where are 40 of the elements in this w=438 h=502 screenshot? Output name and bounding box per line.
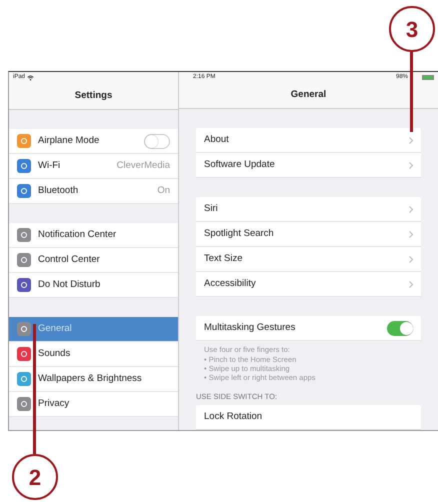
settings-row[interactable]: Accessibility — [196, 272, 421, 298]
row-label: Text Size — [204, 252, 243, 266]
chevron-icon — [409, 230, 413, 238]
chevron-icon — [409, 136, 413, 144]
item-value: On — [157, 184, 170, 198]
item-label: Wallpapers & Brightness — [38, 372, 142, 386]
toggle-switch[interactable] — [144, 134, 170, 148]
row-label: Spotlight Search — [204, 227, 274, 242]
page-title: General — [179, 82, 438, 110]
item-value: CleverMedia — [116, 158, 170, 173]
chevron-icon — [409, 206, 413, 213]
chevron-icon — [409, 280, 413, 288]
item-label: Sounds — [38, 346, 70, 361]
item-label: Control Center — [38, 252, 100, 267]
row-label: Lock Rotation — [204, 410, 262, 424]
callout-number: 2 — [12, 454, 58, 500]
settings-row[interactable]: Spotlight Search — [196, 222, 421, 248]
item-label: Notification Center — [38, 228, 116, 242]
battery-icon — [422, 74, 434, 80]
settings-row[interactable]: Siri — [196, 197, 421, 222]
sidebar-title: Settings — [9, 83, 178, 110]
item-label: Do Not Disturb — [38, 278, 100, 292]
row-label: Software Update — [204, 158, 275, 172]
chevron-icon — [409, 162, 413, 169]
settings-row[interactable]: Software Update — [196, 153, 421, 178]
item-label: Privacy — [38, 396, 70, 411]
toggle-switch[interactable] — [387, 320, 413, 336]
chevron-icon — [409, 256, 413, 263]
item-label: Bluetooth — [38, 184, 78, 198]
row-label: Accessibility — [204, 277, 256, 292]
wifi-icon — [27, 74, 34, 80]
callout-number: 3 — [389, 6, 435, 52]
settings-row[interactable]: Text Size — [196, 247, 421, 272]
item-label: Airplane Mode — [38, 134, 100, 148]
settings-row[interactable]: About — [196, 128, 421, 154]
row-label: Siri — [204, 202, 218, 216]
row-label: About — [204, 133, 229, 148]
row-label: Multitasking Gestures — [204, 321, 296, 336]
item-label: Wi-Fi — [38, 158, 60, 173]
item-label: General — [38, 322, 72, 336]
